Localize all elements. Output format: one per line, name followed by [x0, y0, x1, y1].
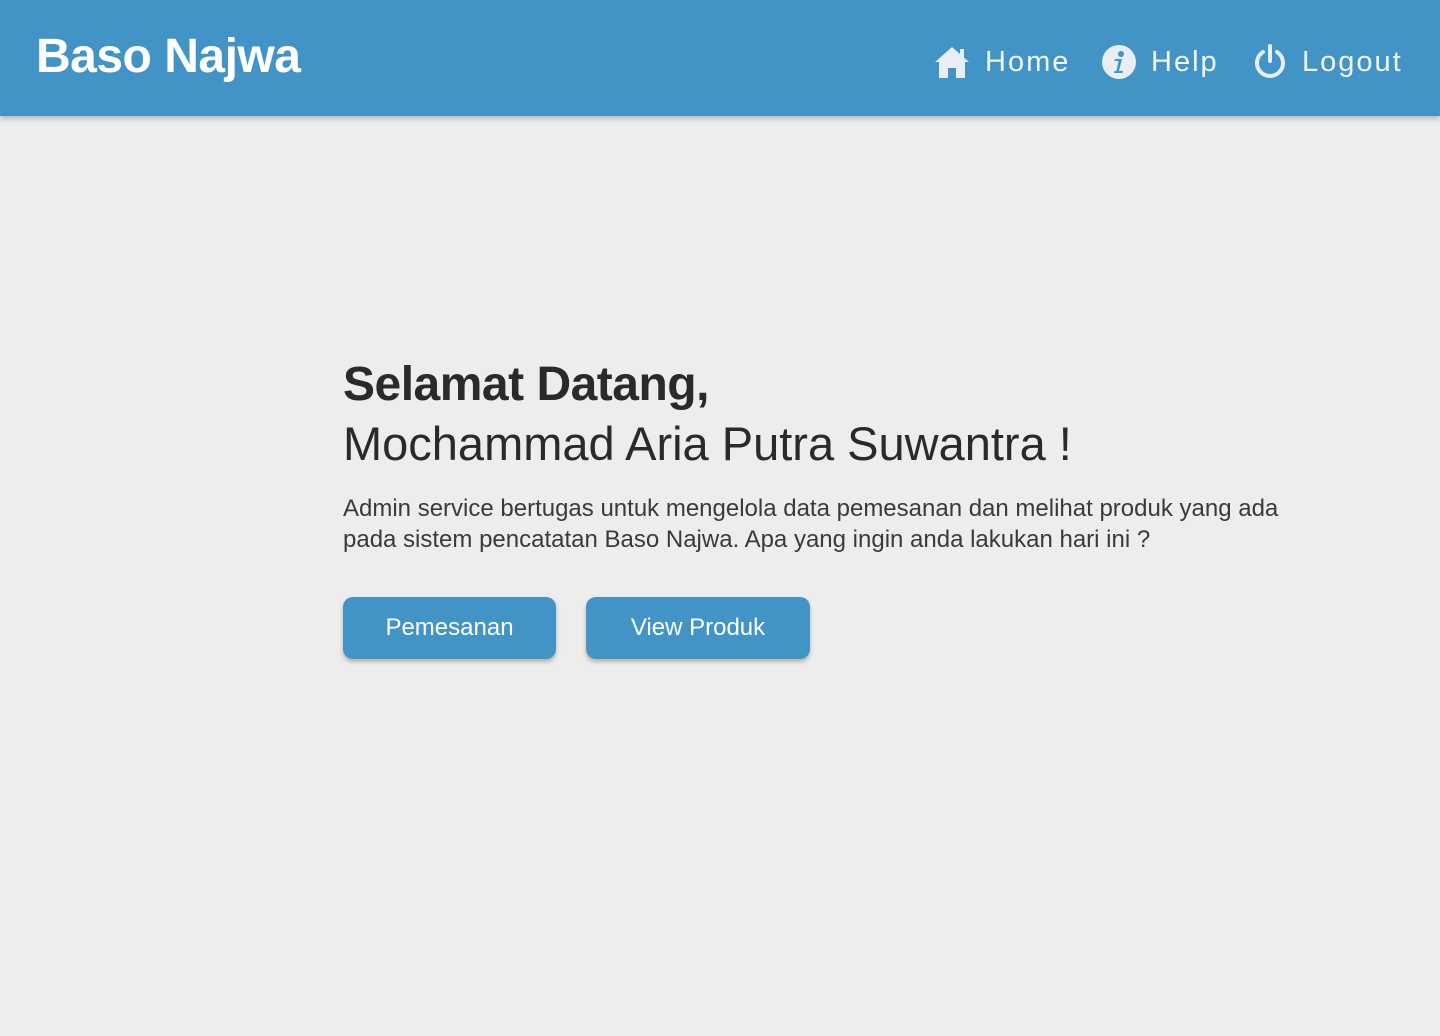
brand-logo-text[interactable]: Baso Najwa: [36, 28, 301, 86]
view-produk-button[interactable]: View Produk: [586, 597, 810, 659]
top-navbar: Baso Najwa Home Help Logout: [0, 0, 1440, 116]
nav-logout-link[interactable]: Logout: [1252, 40, 1403, 84]
welcome-heading: Selamat Datang,: [343, 358, 709, 411]
home-icon: [933, 44, 971, 80]
nav-help-label: Help: [1151, 46, 1219, 78]
power-icon: [1252, 43, 1288, 81]
nav-home-label: Home: [985, 46, 1071, 78]
role-description: Admin service bertugas untuk mengelola d…: [343, 495, 1279, 553]
welcome-section: Selamat Datang, Mochammad Aria Putra Suw…: [343, 356, 1303, 659]
nav-logout-label: Logout: [1302, 46, 1403, 78]
nav-help-link[interactable]: Help: [1101, 40, 1219, 84]
pemesanan-button[interactable]: Pemesanan: [343, 597, 556, 659]
user-name-heading: Mochammad Aria Putra Suwantra !: [343, 417, 1072, 470]
action-buttons: Pemesanan View Produk: [343, 597, 1303, 659]
info-icon: [1101, 44, 1137, 80]
nav-home-link[interactable]: Home: [933, 40, 1070, 84]
